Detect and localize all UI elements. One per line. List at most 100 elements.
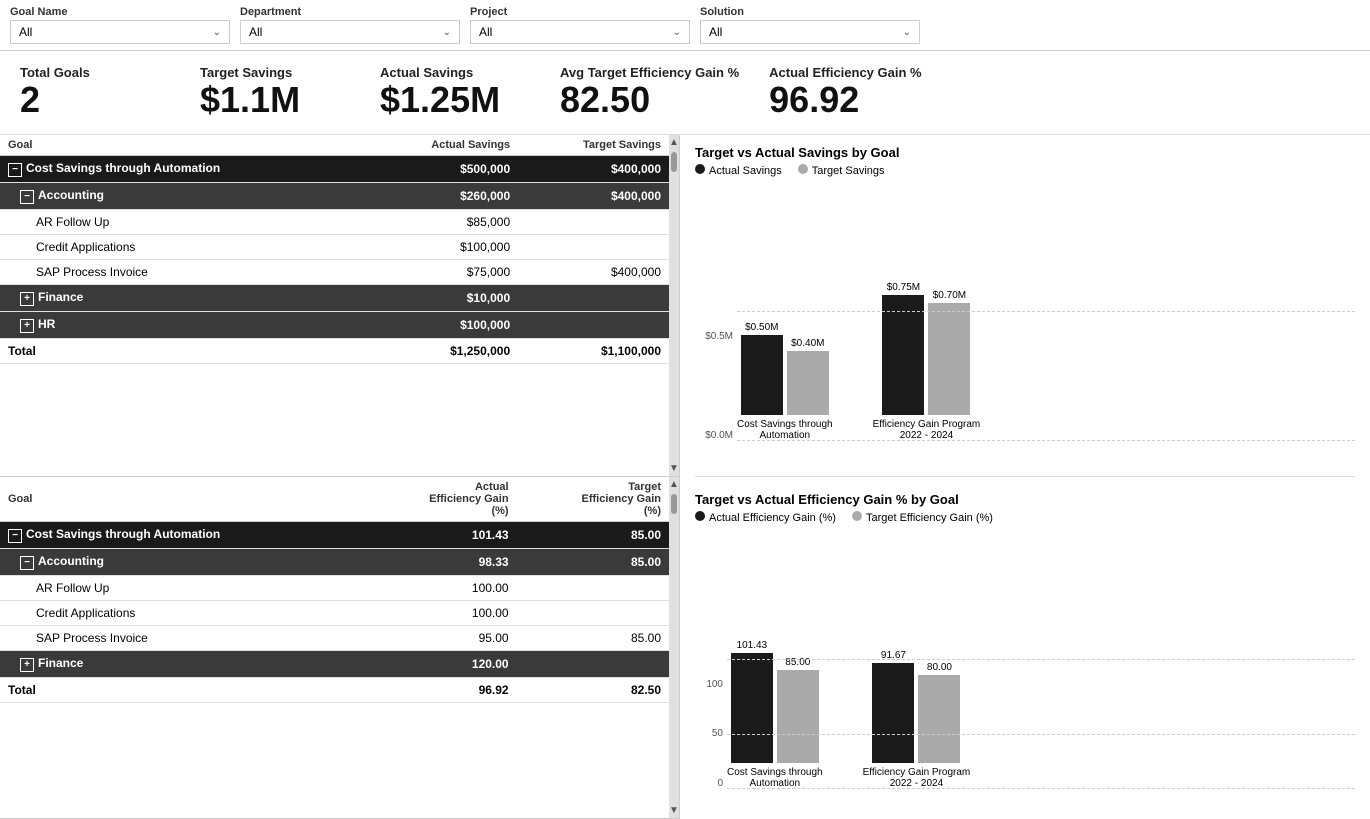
target-eff-cell: 85.00 xyxy=(517,548,669,575)
bar-label: 101.43 xyxy=(737,640,768,651)
actual-savings-legend-label: Actual Savings xyxy=(709,165,782,177)
project-select[interactable]: All ⌄ xyxy=(470,20,690,44)
bar-target-2: $0.70M xyxy=(928,290,970,415)
bar-rect xyxy=(872,663,914,763)
department-filter: Department All ⌄ xyxy=(240,6,460,44)
savings-chart-title: Target vs Actual Savings by Goal xyxy=(695,145,1355,160)
solution-label: Solution xyxy=(700,6,920,18)
right-panel: Target vs Actual Savings by Goal Actual … xyxy=(680,135,1370,819)
main-content: Goal Actual Savings Target Savings −Cost… xyxy=(0,135,1370,819)
department-select[interactable]: All ⌄ xyxy=(240,20,460,44)
legend-item: Actual Savings xyxy=(695,164,782,177)
bar-rect xyxy=(787,351,829,415)
actual-efficiency-kpi: Actual Efficiency Gain % 96.92 xyxy=(769,65,921,120)
savings-y-axis: $0.5M $0.0M xyxy=(695,331,733,461)
goal-cell: +HR xyxy=(0,311,366,338)
goal-name-select[interactable]: All ⌄ xyxy=(10,20,230,44)
target-savings-kpi: Target Savings $1.1M xyxy=(200,65,350,120)
bars-2: $0.75M $0.70M xyxy=(882,282,970,415)
goal-cell-eff: +Finance xyxy=(0,650,364,677)
bar-rect xyxy=(918,675,960,763)
target-savings-legend-label: Target Savings xyxy=(812,165,885,177)
table-row: SAP Process Invoice 95.00 85.00 xyxy=(0,625,669,650)
bars-eff-2: 91.67 80.00 xyxy=(872,650,960,763)
table-row[interactable]: −Cost Savings through Automation $500,00… xyxy=(0,155,669,182)
bar-group-label: Efficiency Gain Program2022 - 2024 xyxy=(863,767,971,789)
goal-name-filter: Goal Name All ⌄ xyxy=(10,6,230,44)
chevron-down-icon: ⌄ xyxy=(673,27,681,38)
goal-cell: SAP Process Invoice xyxy=(0,259,366,284)
bar-actual-eff-2: 91.67 xyxy=(872,650,914,763)
grid-line xyxy=(737,440,1355,441)
grid-line xyxy=(737,311,1355,312)
savings-table: Goal Actual Savings Target Savings −Cost… xyxy=(0,135,669,364)
avg-target-efficiency-value: 82.50 xyxy=(560,80,650,120)
table-row[interactable]: −Accounting 98.33 85.00 xyxy=(0,548,669,575)
bar-actual-1: $0.50M xyxy=(741,322,783,415)
target-savings-legend-dot xyxy=(798,164,808,174)
actual-savings-label: Actual Savings xyxy=(380,65,473,80)
actual-eff-cell: 120.00 xyxy=(364,650,516,677)
table-row: AR Follow Up $85,000 xyxy=(0,209,669,234)
kpi-row: Total Goals 2 Target Savings $1.1M Actua… xyxy=(0,51,1370,135)
col-goal-eff: Goal xyxy=(0,477,364,522)
savings-bar-chart: $0.50M $0.40M Cost Savings throughAutoma… xyxy=(737,311,1355,461)
actual-savings-cell: $500,000 xyxy=(366,155,518,182)
bar-actual-2: $0.75M xyxy=(882,282,924,415)
bar-label: 80.00 xyxy=(927,662,952,673)
bar-target-eff-1: 85.00 xyxy=(777,657,819,763)
efficiency-chart-title: Target vs Actual Efficiency Gain % by Go… xyxy=(695,492,1355,507)
chart-divider xyxy=(695,476,1355,477)
bar-label: $0.70M xyxy=(933,290,966,301)
project-value: All xyxy=(479,25,492,39)
table-row[interactable]: +HR $100,000 xyxy=(0,311,669,338)
actual-eff-cell: 100.00 xyxy=(364,575,516,600)
table-row[interactable]: +Finance $10,000 xyxy=(0,284,669,311)
actual-savings-cell: $100,000 xyxy=(366,311,518,338)
table-row: Credit Applications 100.00 xyxy=(0,600,669,625)
actual-savings-cell: $100,000 xyxy=(366,234,518,259)
bar-group-label: Cost Savings throughAutomation xyxy=(737,419,833,441)
department-value: All xyxy=(249,25,262,39)
savings-scrollbar[interactable]: ▲ ▼ xyxy=(669,135,679,476)
col-target-eff: TargetEfficiency Gain(%) xyxy=(517,477,669,522)
target-eff-cell: 82.50 xyxy=(517,677,669,702)
target-savings-cell xyxy=(518,311,669,338)
table-row[interactable]: −Accounting $260,000 $400,000 xyxy=(0,182,669,209)
table-row[interactable]: +Finance 120.00 xyxy=(0,650,669,677)
actual-savings-cell: $75,000 xyxy=(366,259,518,284)
goal-cell: AR Follow Up xyxy=(0,209,366,234)
project-label: Project xyxy=(470,6,690,18)
avg-target-efficiency-kpi: Avg Target Efficiency Gain % 82.50 xyxy=(560,65,739,120)
actual-eff-cell: 98.33 xyxy=(364,548,516,575)
actual-savings-cell: $10,000 xyxy=(366,284,518,311)
y-label: $0.0M xyxy=(695,430,733,441)
target-savings-cell xyxy=(518,234,669,259)
legend-item: Target Efficiency Gain (%) xyxy=(852,511,993,524)
target-eff-legend-label: Target Efficiency Gain (%) xyxy=(866,512,993,524)
efficiency-scrollbar[interactable]: ▲ ▼ xyxy=(669,477,679,818)
grid-line xyxy=(727,788,1355,789)
bar-group-label: Efficiency Gain Program2022 - 2024 xyxy=(873,419,981,441)
y-label: 100 xyxy=(695,679,723,690)
target-savings-cell: $1,100,000 xyxy=(518,338,669,363)
goal-name-label: Goal Name xyxy=(10,6,230,18)
solution-select[interactable]: All ⌄ xyxy=(700,20,920,44)
legend-item: Actual Efficiency Gain (%) xyxy=(695,511,836,524)
table-row: Total 96.92 82.50 xyxy=(0,677,669,702)
target-eff-cell: 85.00 xyxy=(517,521,669,548)
actual-savings-legend-dot xyxy=(695,164,705,174)
total-goals-value: 2 xyxy=(20,80,40,120)
chevron-down-icon: ⌄ xyxy=(443,27,451,38)
goal-name-value: All xyxy=(19,25,32,39)
actual-eff-cell: 101.43 xyxy=(364,521,516,548)
table-row[interactable]: −Cost Savings through Automation 101.43 … xyxy=(0,521,669,548)
bar-rect xyxy=(741,335,783,415)
actual-eff-cell: 95.00 xyxy=(364,625,516,650)
goal-cell-eff: Total xyxy=(0,677,364,702)
actual-eff-legend-dot xyxy=(695,511,705,521)
actual-eff-cell: 96.92 xyxy=(364,677,516,702)
efficiency-chart-section: Target vs Actual Efficiency Gain % by Go… xyxy=(695,492,1355,809)
actual-eff-legend-label: Actual Efficiency Gain (%) xyxy=(709,512,836,524)
actual-efficiency-label: Actual Efficiency Gain % xyxy=(769,65,921,80)
